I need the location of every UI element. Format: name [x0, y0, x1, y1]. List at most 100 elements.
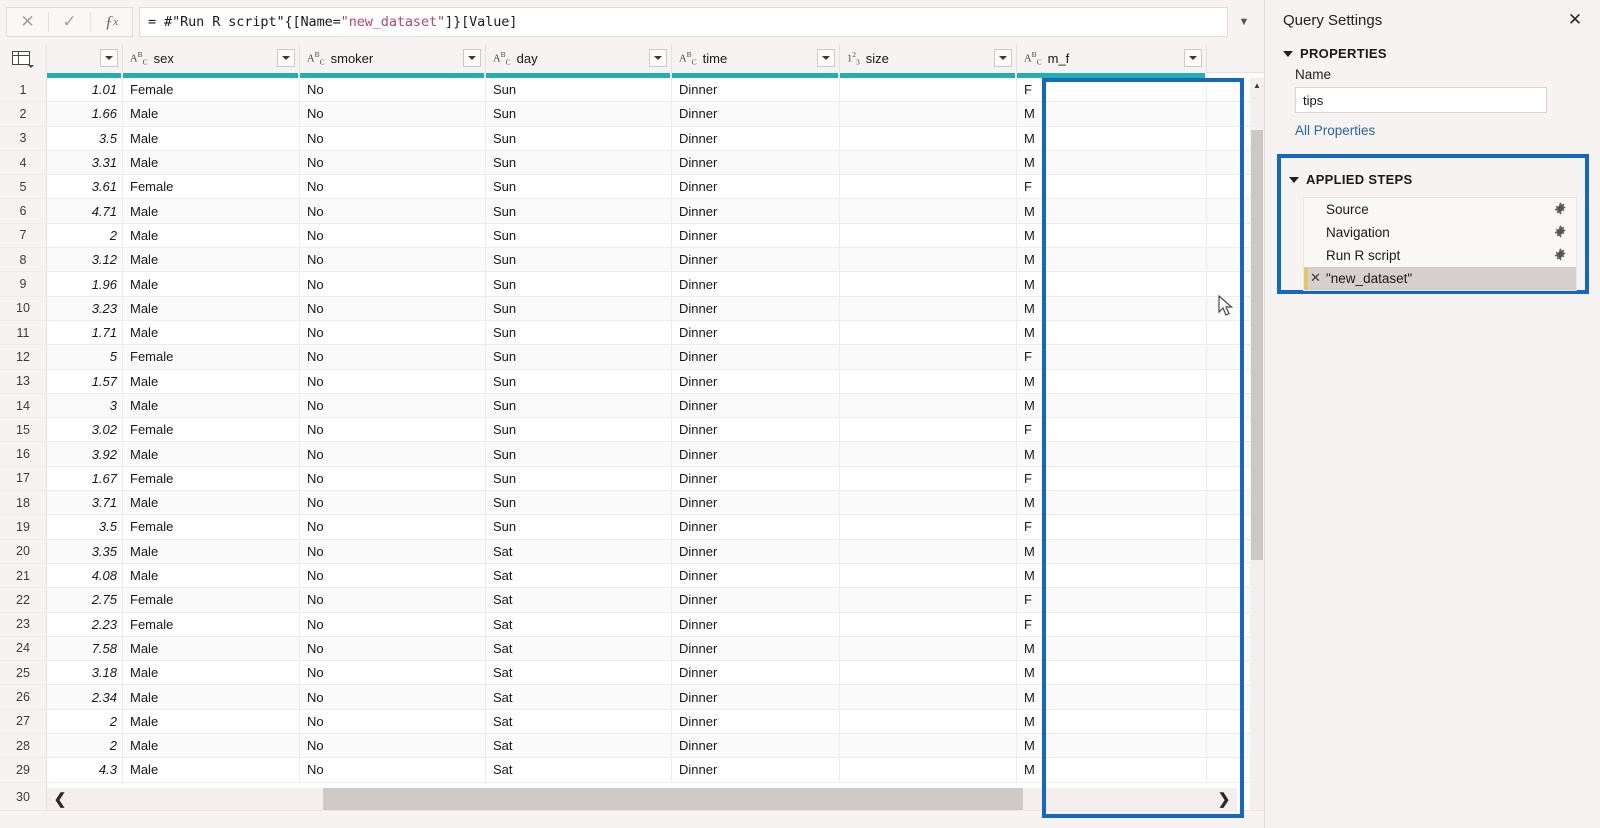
- cell-time[interactable]: Dinner: [672, 248, 840, 272]
- cell-time[interactable]: Dinner: [672, 709, 840, 734]
- cell-sex[interactable]: Female: [123, 612, 300, 636]
- table-row[interactable]: 24 7.58 Male No Sat Dinner M: [0, 636, 1264, 662]
- cell-time[interactable]: Dinner: [672, 418, 840, 442]
- cell-smoker[interactable]: No: [300, 661, 486, 685]
- cell-sex[interactable]: Female: [123, 345, 300, 369]
- cell-m-f[interactable]: M: [1017, 272, 1207, 296]
- cell-sex[interactable]: Male: [123, 150, 300, 175]
- cell-m-f[interactable]: M: [1017, 126, 1207, 150]
- cell-size[interactable]: [840, 588, 1017, 612]
- close-icon[interactable]: ✕: [7, 8, 48, 36]
- cell-size[interactable]: [840, 126, 1017, 150]
- table-row[interactable]: 20 3.35 Male No Sat Dinner M: [0, 539, 1264, 564]
- cell-time[interactable]: Dinner: [672, 758, 840, 782]
- cell-day[interactable]: Sun: [486, 223, 672, 248]
- cell-day[interactable]: Sun: [486, 491, 672, 515]
- cell-tip[interactable]: 2: [47, 734, 123, 758]
- applied-step-item[interactable]: Source: [1304, 198, 1576, 221]
- table-row[interactable]: 2 1.66 Male No Sun Dinner M: [0, 102, 1264, 127]
- table-row[interactable]: 3 3.5 Male No Sun Dinner M: [0, 126, 1264, 151]
- cell-day[interactable]: Sat: [486, 563, 672, 588]
- filter-dropdown-button[interactable]: [817, 49, 835, 67]
- cell-size[interactable]: [840, 466, 1017, 491]
- cell-tip[interactable]: 3.35: [47, 539, 123, 563]
- cell-day[interactable]: Sun: [486, 78, 672, 102]
- cell-day[interactable]: Sun: [486, 320, 672, 345]
- cell-tip[interactable]: 1.66: [47, 102, 123, 126]
- cell-sex[interactable]: Male: [123, 320, 300, 345]
- cell-sex[interactable]: Male: [123, 758, 300, 782]
- table-row[interactable]: 5 3.61 Female No Sun Dinner F: [0, 175, 1264, 200]
- column-header-sex[interactable]: ABC sex: [123, 44, 300, 73]
- cell-m-f[interactable]: M: [1017, 150, 1207, 175]
- chevron-left-icon[interactable]: ❮: [47, 788, 73, 810]
- table-row[interactable]: 29 4.3 Male No Sat Dinner M: [0, 758, 1264, 783]
- cell-sex[interactable]: Male: [123, 248, 300, 272]
- cell-size[interactable]: [840, 393, 1017, 418]
- cell-sex[interactable]: Male: [123, 102, 300, 126]
- horizontal-scrollbar[interactable]: ❮ ❯: [47, 788, 1237, 810]
- cell-sex[interactable]: Male: [123, 369, 300, 393]
- cell-size[interactable]: [840, 442, 1017, 466]
- cell-day[interactable]: Sun: [486, 272, 672, 296]
- cell-size[interactable]: [840, 345, 1017, 369]
- table-row[interactable]: 19 3.5 Female No Sun Dinner F: [0, 515, 1264, 540]
- cell-smoker[interactable]: No: [300, 296, 486, 320]
- cell-m-f[interactable]: M: [1017, 320, 1207, 345]
- cell-size[interactable]: [840, 369, 1017, 393]
- cell-sex[interactable]: Female: [123, 515, 300, 539]
- cell-tip[interactable]: 3.92: [47, 442, 123, 466]
- cell-sex[interactable]: Male: [123, 661, 300, 685]
- cell-time[interactable]: Dinner: [672, 369, 840, 393]
- cell-time[interactable]: Dinner: [672, 685, 840, 709]
- cell-tip[interactable]: 3.61: [47, 175, 123, 199]
- cell-sex[interactable]: Female: [123, 78, 300, 102]
- cell-sex[interactable]: Male: [123, 126, 300, 150]
- cell-m-f[interactable]: M: [1017, 563, 1207, 588]
- filter-dropdown-button[interactable]: [994, 49, 1012, 67]
- table-row[interactable]: 17 1.67 Female No Sun Dinner F: [0, 466, 1264, 492]
- cell-day[interactable]: Sat: [486, 685, 672, 709]
- cell-time[interactable]: Dinner: [672, 563, 840, 588]
- table-row[interactable]: 27 2 Male No Sat Dinner M: [0, 709, 1264, 735]
- cell-sex[interactable]: Female: [123, 466, 300, 491]
- cell-day[interactable]: Sat: [486, 612, 672, 636]
- cell-size[interactable]: [840, 709, 1017, 734]
- filter-dropdown-button[interactable]: [463, 49, 481, 67]
- cell-day[interactable]: Sun: [486, 199, 672, 223]
- cell-sex[interactable]: Male: [123, 393, 300, 418]
- cell-tip[interactable]: 4.3: [47, 758, 123, 782]
- cell-day[interactable]: Sun: [486, 345, 672, 369]
- cell-m-f[interactable]: M: [1017, 734, 1207, 758]
- cell-size[interactable]: [840, 272, 1017, 296]
- cell-day[interactable]: Sun: [486, 150, 672, 175]
- cell-smoker[interactable]: No: [300, 199, 486, 223]
- cell-sex[interactable]: Male: [123, 636, 300, 661]
- cell-size[interactable]: [840, 734, 1017, 758]
- cell-size[interactable]: [840, 685, 1017, 709]
- cell-sex[interactable]: Male: [123, 709, 300, 734]
- table-row[interactable]: 25 3.18 Male No Sat Dinner M: [0, 661, 1264, 686]
- cell-m-f[interactable]: M: [1017, 223, 1207, 248]
- cell-sex[interactable]: Male: [123, 563, 300, 588]
- cell-m-f[interactable]: F: [1017, 175, 1207, 199]
- cell-day[interactable]: Sat: [486, 758, 672, 782]
- cell-smoker[interactable]: No: [300, 223, 486, 248]
- cell-size[interactable]: [840, 636, 1017, 661]
- cell-size[interactable]: [840, 563, 1017, 588]
- table-row[interactable]: 21 4.08 Male No Sat Dinner M: [0, 563, 1264, 589]
- vertical-scrollbar-thumb[interactable]: [1251, 130, 1263, 560]
- cell-sex[interactable]: Male: [123, 223, 300, 248]
- cell-size[interactable]: [840, 78, 1017, 102]
- cell-sex[interactable]: Male: [123, 442, 300, 466]
- cell-smoker[interactable]: No: [300, 442, 486, 466]
- cell-tip[interactable]: 5: [47, 345, 123, 369]
- cell-m-f[interactable]: F: [1017, 418, 1207, 442]
- cell-tip[interactable]: 3: [47, 393, 123, 418]
- cell-day[interactable]: Sun: [486, 175, 672, 199]
- cell-sex[interactable]: Female: [123, 175, 300, 199]
- cell-day[interactable]: Sat: [486, 588, 672, 612]
- cell-m-f[interactable]: M: [1017, 102, 1207, 126]
- table-row[interactable]: 4 3.31 Male No Sun Dinner M: [0, 150, 1264, 176]
- table-row[interactable]: 10 3.23 Male No Sun Dinner M: [0, 296, 1264, 321]
